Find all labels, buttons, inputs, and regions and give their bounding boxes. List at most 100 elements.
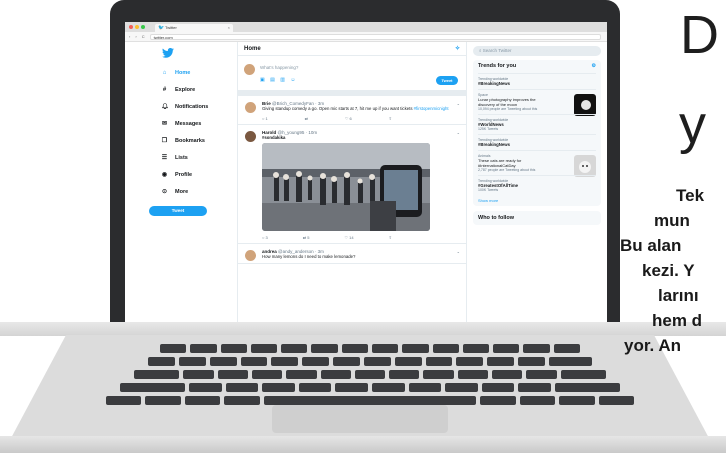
bell-icon: [161, 102, 168, 111]
trend-item[interactable]: Trending worldwide #GreatestOfAllTime 10…: [478, 175, 596, 195]
sidebar-tweet-button[interactable]: Tweet: [149, 206, 207, 216]
chevron-down-icon[interactable]: ⌄: [457, 130, 460, 135]
back-icon[interactable]: ‹: [129, 34, 130, 39]
like-icon[interactable]: ♡ 6: [345, 116, 352, 121]
avatar[interactable]: [245, 102, 256, 113]
sparkle-icon[interactable]: ✧: [455, 45, 460, 52]
list-icon: ☰: [161, 155, 168, 161]
keyboard-row: [148, 357, 592, 366]
article-line: Tek: [676, 186, 705, 205]
browser-tab-title: Twitter: [165, 25, 177, 30]
retweet-icon[interactable]: ⇄ 5: [303, 235, 310, 240]
trend-item[interactable]: Trending worldwide #BreakingNews: [478, 134, 596, 150]
hashtag-link[interactable]: #firstopenmicnight: [414, 106, 449, 111]
tweet-text: How many lemons do I need to make lemona…: [262, 254, 356, 259]
trend-description: These cats are ready for #InternationalC…: [478, 158, 522, 168]
keyboard-row: [160, 344, 580, 353]
trackpad[interactable]: [272, 405, 448, 433]
gear-icon[interactable]: ⚙: [592, 63, 596, 73]
forward-icon[interactable]: ›: [135, 34, 136, 39]
window-close-dot[interactable]: [129, 25, 133, 29]
window-zoom-dot[interactable]: [141, 25, 145, 29]
sidebar-item-more[interactable]: ⊙ More: [161, 183, 237, 200]
share-icon[interactable]: ⇪: [389, 116, 392, 121]
article-line: larını: [658, 286, 699, 305]
tweet-actions: ○ 3 ⇄ 5 ♡ 14 ⇪: [262, 235, 392, 240]
sidebar-item-label: Messages: [175, 120, 202, 127]
url-field[interactable]: twitter.com: [149, 33, 601, 40]
trend-count: 100K Tweets: [478, 188, 499, 192]
tweet[interactable]: Brie @Brich_ComedyFan · 3m ⌄ Giving stan…: [238, 96, 466, 125]
timeline-header: Home ✧: [238, 42, 466, 56]
laptop-front-edge: [0, 436, 726, 453]
twitter-bird-icon: 🐦: [158, 25, 165, 31]
tab-close-icon[interactable]: ×: [228, 24, 230, 32]
search-placeholder: Search Twitter: [482, 48, 512, 53]
compose-media-icons[interactable]: ▣ ▤ ▥ ☺: [260, 77, 297, 83]
timeline: Home ✧ What's happening? ▣ ▤ ▥ ☺ Tweet B…: [237, 42, 467, 325]
trend-item[interactable]: Trending worldwide #WorldNews 125K Tweet…: [478, 114, 596, 134]
profile-icon: ◉: [161, 172, 168, 178]
article-line: kezi. Y: [642, 261, 695, 280]
keyboard-row: [120, 383, 621, 392]
window-minimize-dot[interactable]: [135, 25, 139, 29]
avatar[interactable]: [245, 130, 256, 142]
compose-input[interactable]: What's happening?: [260, 65, 298, 70]
search-input[interactable]: ⌕ Search Twitter: [473, 46, 601, 56]
chevron-down-icon[interactable]: ⌄: [457, 101, 460, 106]
trend-item[interactable]: Trending worldwide #BreakingNews: [478, 73, 596, 89]
compose-box: What's happening? ▣ ▤ ▥ ☺ Tweet: [238, 56, 466, 96]
bookmark-icon: ❐: [161, 138, 168, 144]
sidebar-item-profile[interactable]: ◉ Profile: [161, 166, 237, 183]
trend-count: 125K Tweets: [478, 127, 499, 131]
who-to-follow-panel: Who to follow: [473, 211, 601, 225]
article-line: mun: [654, 211, 690, 230]
hashtag-icon: #: [162, 86, 167, 93]
sidebar-item-label: More: [175, 188, 189, 195]
reply-icon[interactable]: ○ 1: [262, 116, 268, 121]
cat-thumbnail-image: [574, 155, 596, 177]
crowd-photo-image: [262, 143, 430, 231]
sidebar-item-messages[interactable]: ✉ Messages: [161, 115, 237, 132]
like-count: 14: [349, 235, 354, 240]
browser-tab[interactable]: 🐦 Twitter ×: [155, 24, 233, 32]
mail-icon: ✉: [161, 121, 168, 127]
tweet-photo[interactable]: [262, 143, 430, 231]
sidebar-item-label: Bookmarks: [175, 137, 205, 144]
sidebar-item-lists[interactable]: ☰ Lists: [161, 149, 237, 166]
sidebar-item-explore[interactable]: # Explore: [161, 81, 237, 98]
article-line: Bu alan: [620, 236, 682, 255]
like-icon[interactable]: ♡ 14: [344, 235, 353, 240]
sidebar: ⌂ Home # Explore Notifications ✉ Message…: [125, 42, 237, 325]
retweet-count: 5: [307, 235, 310, 240]
tweet[interactable]: Harold @h_young95 · 10m ⌄ #sondakika ○ 3…: [238, 125, 466, 244]
avatar[interactable]: [244, 64, 255, 75]
sidebar-item-notifications[interactable]: Notifications: [161, 98, 237, 115]
chevron-down-icon[interactable]: ⌄: [457, 249, 460, 254]
sidebar-item-home[interactable]: ⌂ Home: [161, 64, 237, 81]
twitter-logo-icon[interactable]: [162, 47, 237, 64]
avatar[interactable]: [245, 250, 256, 261]
compose-tweet-button[interactable]: Tweet: [436, 76, 458, 85]
share-icon[interactable]: ⇪: [389, 235, 392, 240]
home-icon: ⌂: [162, 69, 167, 76]
sidebar-item-bookmarks[interactable]: ❐ Bookmarks: [161, 132, 237, 149]
trend-item[interactable]: Animals These cats are ready for #Intern…: [478, 150, 596, 177]
sidebar-item-label: Explore: [175, 86, 196, 93]
reload-icon[interactable]: C: [142, 34, 145, 39]
trend-name: #BreakingNews: [478, 81, 511, 86]
twitter-app: ⌂ Home # Explore Notifications ✉ Message…: [125, 42, 607, 325]
show-more-link[interactable]: Show more: [478, 195, 596, 203]
retweet-icon[interactable]: ⇄: [305, 116, 308, 121]
trend-item[interactable]: Space Lunar photography improves the dis…: [478, 89, 596, 116]
tweet-text: #sondakika: [262, 135, 460, 141]
reply-icon[interactable]: ○ 3: [262, 235, 268, 240]
reply-count: 1: [265, 115, 268, 121]
tweet[interactable]: andrea @andy_anderson · 3m ⌄ How many le…: [238, 244, 466, 264]
drop-letter: y: [679, 95, 706, 155]
trends-header: Trends for you ⚙: [478, 63, 596, 73]
moon-thumbnail-image: [574, 94, 596, 116]
hashtag-link[interactable]: #sondakika: [262, 135, 285, 140]
like-count: 6: [349, 115, 352, 121]
page-title: Home: [244, 45, 261, 52]
